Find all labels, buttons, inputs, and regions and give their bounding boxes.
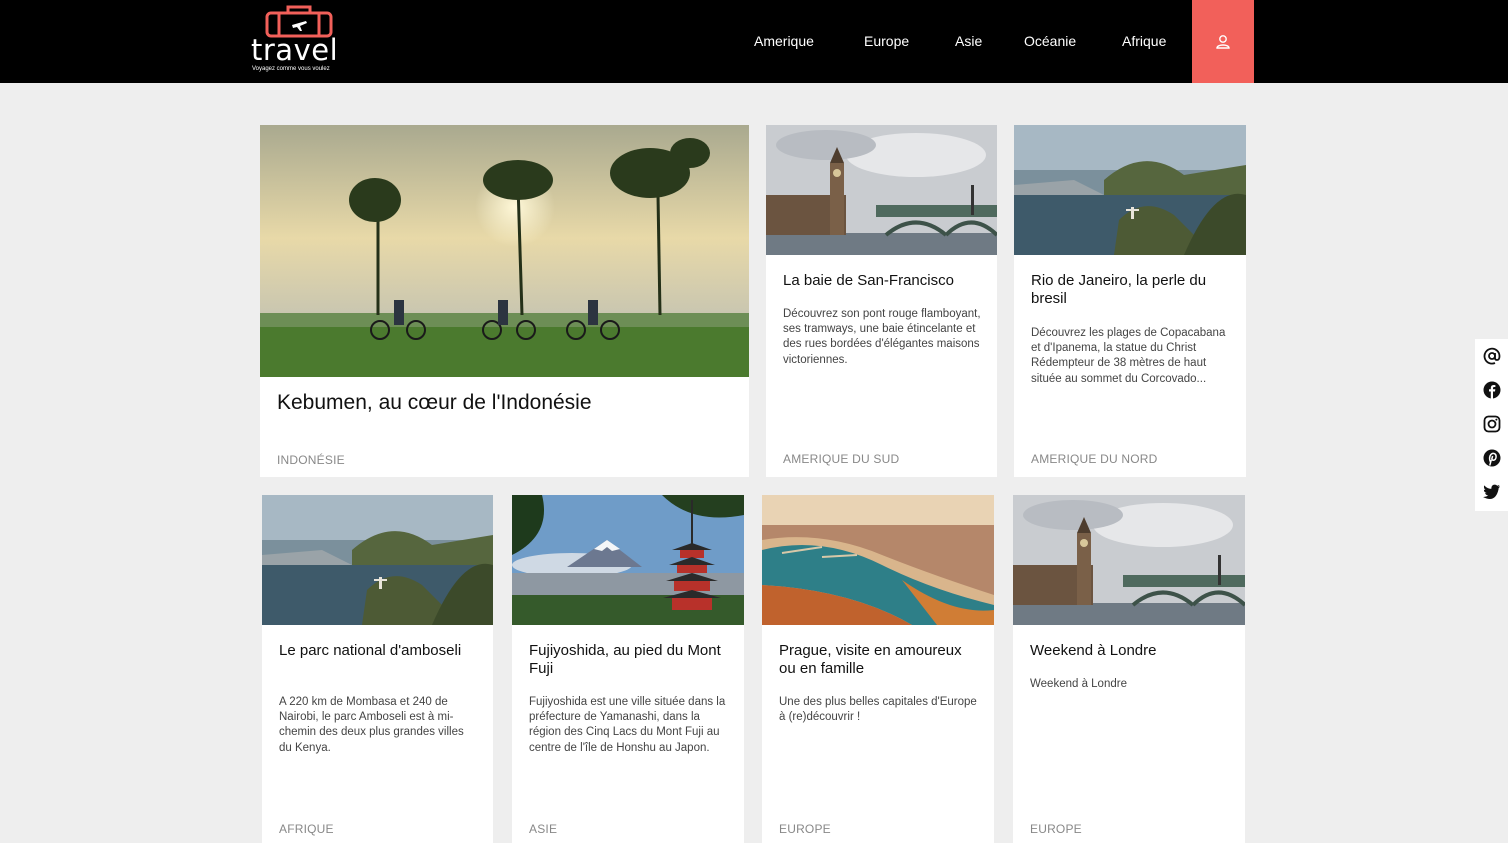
article-description: Une des plus belles capitales d'Europe à… [779, 696, 977, 724]
instagram-icon[interactable] [1475, 407, 1508, 441]
article-description: Découvrez les plages de Copacabana et d'… [1031, 327, 1226, 385]
facebook-icon[interactable] [1475, 373, 1508, 407]
logo-text: travel [251, 33, 339, 67]
article-card[interactable]: La baie de San-Francisco Découvrez son p… [766, 125, 997, 477]
article-card[interactable]: Weekend à Londre Weekend à Londre EUROPE [1013, 495, 1245, 843]
twitter-icon[interactable] [1475, 475, 1508, 509]
article-title[interactable]: Rio de Janeiro, la perle du bresil [1031, 272, 1232, 308]
article-image [762, 495, 994, 625]
article-title[interactable]: Le parc national d'amboseli [279, 642, 479, 660]
article-description: A 220 km de Mombasa et 240 de Nairobi, l… [279, 696, 464, 754]
article-tag[interactable]: EUROPE [1030, 822, 1082, 836]
article-card[interactable]: Prague, visite en amoureux ou en famille… [762, 495, 994, 843]
article-card[interactable]: Fujiyoshida, au pied du Mont Fuji Fujiyo… [512, 495, 744, 843]
nav-afrique[interactable]: Afrique [1122, 33, 1166, 49]
article-image [766, 125, 997, 255]
article-description: Découvrez son pont rouge flamboyant, ses… [783, 308, 981, 366]
nav-europe[interactable]: Europe [864, 33, 909, 49]
pinterest-icon[interactable] [1475, 441, 1508, 475]
site-header: travel Voyagez comme vous voulez Ameriqu… [0, 0, 1508, 83]
nav-oceanie[interactable]: Océanie [1024, 33, 1076, 49]
logo[interactable]: travel Voyagez comme vous voulez [250, 4, 360, 76]
featured-image [260, 125, 749, 377]
article-image [512, 495, 744, 625]
article-tag[interactable]: AMERIQUE DU NORD [1031, 452, 1158, 466]
nav-asie[interactable]: Asie [955, 33, 982, 49]
article-tag[interactable]: EUROPE [779, 822, 831, 836]
article-description: Fujiyoshida est une ville située dans la… [529, 696, 726, 754]
featured-card[interactable]: Kebumen, au cœur de l'Indonésie INDONÉSI… [260, 125, 749, 477]
user-icon [1216, 34, 1230, 49]
article-card[interactable]: Le parc national d'amboseli A 220 km de … [262, 495, 493, 843]
article-title[interactable]: La baie de San-Francisco [783, 272, 983, 290]
article-image [262, 495, 493, 625]
article-image [1013, 495, 1245, 625]
article-title[interactable]: Prague, visite en amoureux ou en famille [779, 642, 980, 678]
at-icon[interactable] [1475, 339, 1508, 373]
article-tag[interactable]: ASIE [529, 822, 557, 836]
article-description: Weekend à Londre [1030, 678, 1127, 690]
article-tag[interactable]: AMERIQUE DU SUD [783, 452, 899, 466]
article-title[interactable]: Fujiyoshida, au pied du Mont Fuji [529, 642, 730, 678]
featured-tag[interactable]: INDONÉSIE [277, 453, 345, 467]
nav-amerique[interactable]: Amerique [754, 33, 814, 49]
article-tag[interactable]: AFRIQUE [279, 822, 334, 836]
article-card[interactable]: Rio de Janeiro, la perle du bresil Décou… [1014, 125, 1246, 477]
article-title[interactable]: Weekend à Londre [1030, 642, 1231, 660]
account-button[interactable] [1192, 0, 1254, 83]
social-bar [1475, 339, 1508, 511]
article-image [1014, 125, 1246, 255]
featured-title[interactable]: Kebumen, au cœur de l'Indonésie [277, 390, 735, 416]
logo-tagline: Voyagez comme vous voulez [252, 66, 330, 72]
